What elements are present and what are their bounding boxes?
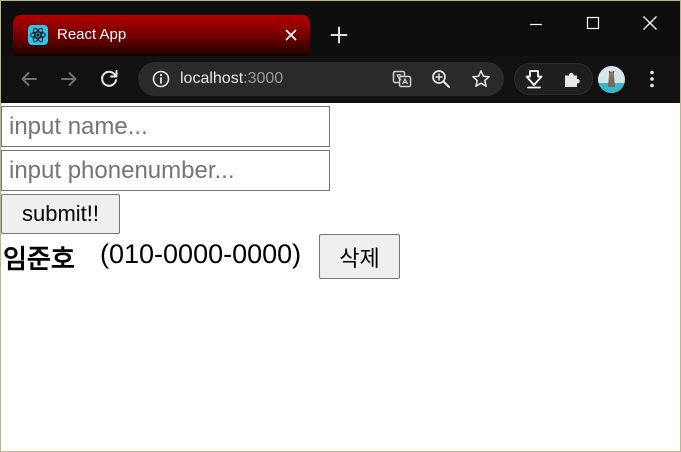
- site-info-icon[interactable]: [150, 68, 172, 90]
- translate-icon[interactable]: [391, 68, 413, 90]
- extension-download-icon[interactable]: [522, 67, 546, 91]
- new-tab-plus-icon[interactable]: [327, 23, 351, 47]
- more-menu-icon[interactable]: [640, 67, 664, 91]
- entry-phone: (010-0000-0000): [100, 239, 302, 269]
- entry-name: 임준호: [3, 245, 75, 275]
- extensions-puzzle-icon[interactable]: [560, 67, 584, 91]
- tab-title: React App: [57, 26, 127, 43]
- profile-avatar[interactable]: [598, 66, 625, 93]
- name-input[interactable]: [1, 106, 330, 147]
- tab-react-app[interactable]: React App: [13, 15, 310, 56]
- url-text: localhost:3000: [180, 70, 283, 88]
- submit-button[interactable]: submit!!: [1, 194, 120, 234]
- address-bar[interactable]: localhost:3000: [138, 62, 504, 96]
- url-port: :3000: [243, 70, 284, 87]
- bookmark-star-icon[interactable]: [470, 68, 492, 90]
- browser-toolbar: localhost:3000: [1, 56, 680, 103]
- back-arrow-icon[interactable]: [17, 67, 41, 91]
- page-content: submit!! 임준호 (010-0000-0000) 삭제: [1, 103, 680, 451]
- close-window-icon[interactable]: [635, 9, 665, 39]
- minimize-icon[interactable]: [521, 9, 551, 39]
- react-logo-icon: [28, 25, 48, 45]
- tab-close-icon[interactable]: [280, 24, 302, 46]
- reload-icon[interactable]: [97, 67, 121, 91]
- forward-arrow-icon[interactable]: [57, 67, 81, 91]
- zoom-icon[interactable]: [430, 68, 452, 90]
- url-host: localhost: [180, 70, 244, 87]
- phone-input[interactable]: [1, 150, 330, 191]
- browser-window: React App localhost:3000 input name... i…: [0, 0, 681, 452]
- tab-strip: React App: [1, 1, 680, 56]
- delete-button[interactable]: 삭제: [319, 234, 400, 279]
- maximize-icon[interactable]: [578, 9, 608, 39]
- extensions-group: [514, 63, 593, 95]
